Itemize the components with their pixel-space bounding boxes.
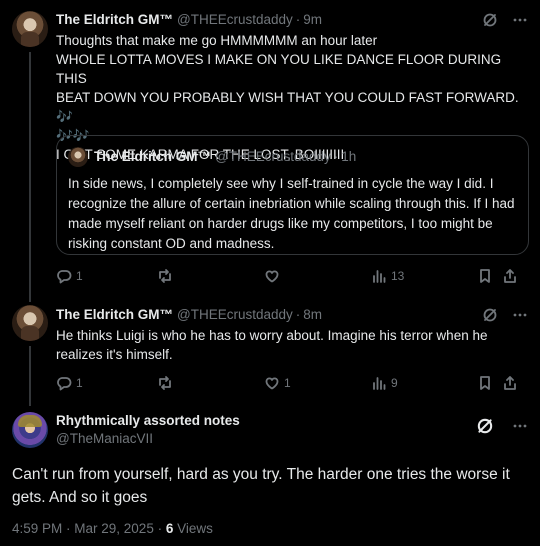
reply-count: 1 (76, 375, 83, 390)
main-tweet-text: Can't run from yourself, hard as you try… (12, 463, 527, 509)
views-count: 13 (391, 268, 405, 283)
tweet-header: The Eldritch GM™ @THEEcrustdaddy · 8m (56, 306, 322, 324)
tweet-text-segment: BEAT DOWN YOU PROBABLY WISH THAT YOU COU… (56, 90, 519, 105)
tweet-text-line: realizes it's himself. (56, 347, 173, 362)
tweet-actions: 1 1 9 (56, 373, 530, 393)
tweet-2[interactable]: The Eldritch GM™ @THEEcrustdaddy · 8m He… (0, 300, 540, 400)
tweet-text-line: Thoughts that make me go HMMMMMM an hour… (56, 33, 378, 48)
bookmark-button[interactable] (477, 375, 502, 391)
views-button[interactable]: 13 (371, 268, 477, 284)
user-handle[interactable]: @THEEcrustdaddy (177, 306, 293, 324)
quote-time: 1h (341, 148, 357, 164)
repost-button[interactable] (157, 268, 264, 284)
quote-header: The Eldritch GM™ @THEEcrustdaddy · 1h (68, 147, 356, 167)
music-note-emoji: 🎶 (56, 109, 73, 124)
share-button[interactable] (502, 375, 518, 391)
views-label: Views (173, 521, 213, 536)
reply-button[interactable]: 1 (56, 375, 157, 391)
bookmark-button[interactable] (477, 268, 502, 284)
views-icon (373, 377, 386, 390)
main-tweet-text-line: gets. And so it goes (12, 489, 148, 506)
like-count: 1 (284, 375, 291, 390)
separator-dot: · (295, 12, 301, 27)
tweet-text: He thinks Luigi is who he has to worry a… (56, 326, 534, 364)
like-button[interactable]: 1 (264, 375, 371, 391)
quote-avatar (68, 147, 88, 167)
display-name[interactable]: Rhythmically assorted notes (56, 412, 240, 430)
like-button[interactable] (264, 268, 371, 284)
avatar[interactable] (12, 412, 48, 448)
tweet-text-line: WHOLE LOTTA MOVES I MAKE ON YOU LIKE DAN… (56, 52, 505, 86)
repost-icon (159, 269, 171, 283)
repost-button[interactable] (157, 375, 264, 391)
tweet-time[interactable]: 9m (303, 11, 322, 29)
avatar[interactable] (12, 11, 48, 47)
tweet-1[interactable]: The Eldritch GM™ @THEEcrustdaddy · 9m Th… (0, 0, 540, 300)
more-icon[interactable] (512, 418, 528, 439)
reply-button[interactable]: 1 (56, 268, 157, 284)
display-name[interactable]: The Eldritch GM™ (56, 306, 173, 324)
views-count: 9 (391, 375, 398, 390)
share-button[interactable] (502, 268, 518, 284)
tweet-actions: 1 13 (56, 266, 530, 286)
main-tweet-text-line: Can't run from yourself, hard as you try… (12, 466, 510, 483)
main-tweet-author: Rhythmically assorted notes @TheManiacVI… (56, 412, 240, 448)
tweet-text-line: BEAT DOWN YOU PROBABLY WISH THAT YOU COU… (56, 88, 534, 126)
tweet-top-icons (476, 417, 528, 440)
like-icon (265, 270, 279, 283)
quote-text: In side news, I completely see why I sel… (68, 176, 515, 251)
share-icon (504, 269, 516, 283)
quoted-tweet[interactable]: The Eldritch GM™ @THEEcrustdaddy · 1h In… (56, 135, 529, 255)
tweet-timestamp[interactable]: 4:59 PM · Mar 29, 2025 · (12, 521, 166, 536)
tweet-text-line: He thinks Luigi is who he has to worry a… (56, 328, 488, 343)
bookmark-icon (480, 376, 490, 390)
grok-icon[interactable] (476, 417, 494, 440)
reply-icon (57, 377, 72, 391)
bookmark-icon (480, 269, 490, 283)
views-icon (373, 270, 386, 283)
user-handle[interactable]: @THEEcrustdaddy (177, 11, 293, 29)
display-name[interactable]: The Eldritch GM™ (56, 11, 173, 29)
like-icon (265, 377, 279, 390)
quote-user-handle: @THEEcrustdaddy (215, 148, 331, 164)
reply-count: 1 (76, 268, 83, 283)
tweet-meta: 4:59 PM · Mar 29, 2025 · 6 Views (12, 520, 213, 538)
separator-dot: · (333, 148, 339, 164)
quote-display-name: The Eldritch GM™ (94, 148, 212, 164)
avatar[interactable] (12, 305, 48, 341)
user-handle[interactable]: @TheManiacVII (56, 430, 240, 448)
tweet-header: The Eldritch GM™ @THEEcrustdaddy · 9m (56, 11, 322, 29)
separator-dot: · (295, 307, 301, 322)
share-icon (504, 376, 516, 390)
tweet-time[interactable]: 8m (303, 306, 322, 324)
repost-icon (159, 376, 171, 390)
reply-icon (57, 270, 72, 284)
views-button[interactable]: 9 (371, 375, 477, 391)
